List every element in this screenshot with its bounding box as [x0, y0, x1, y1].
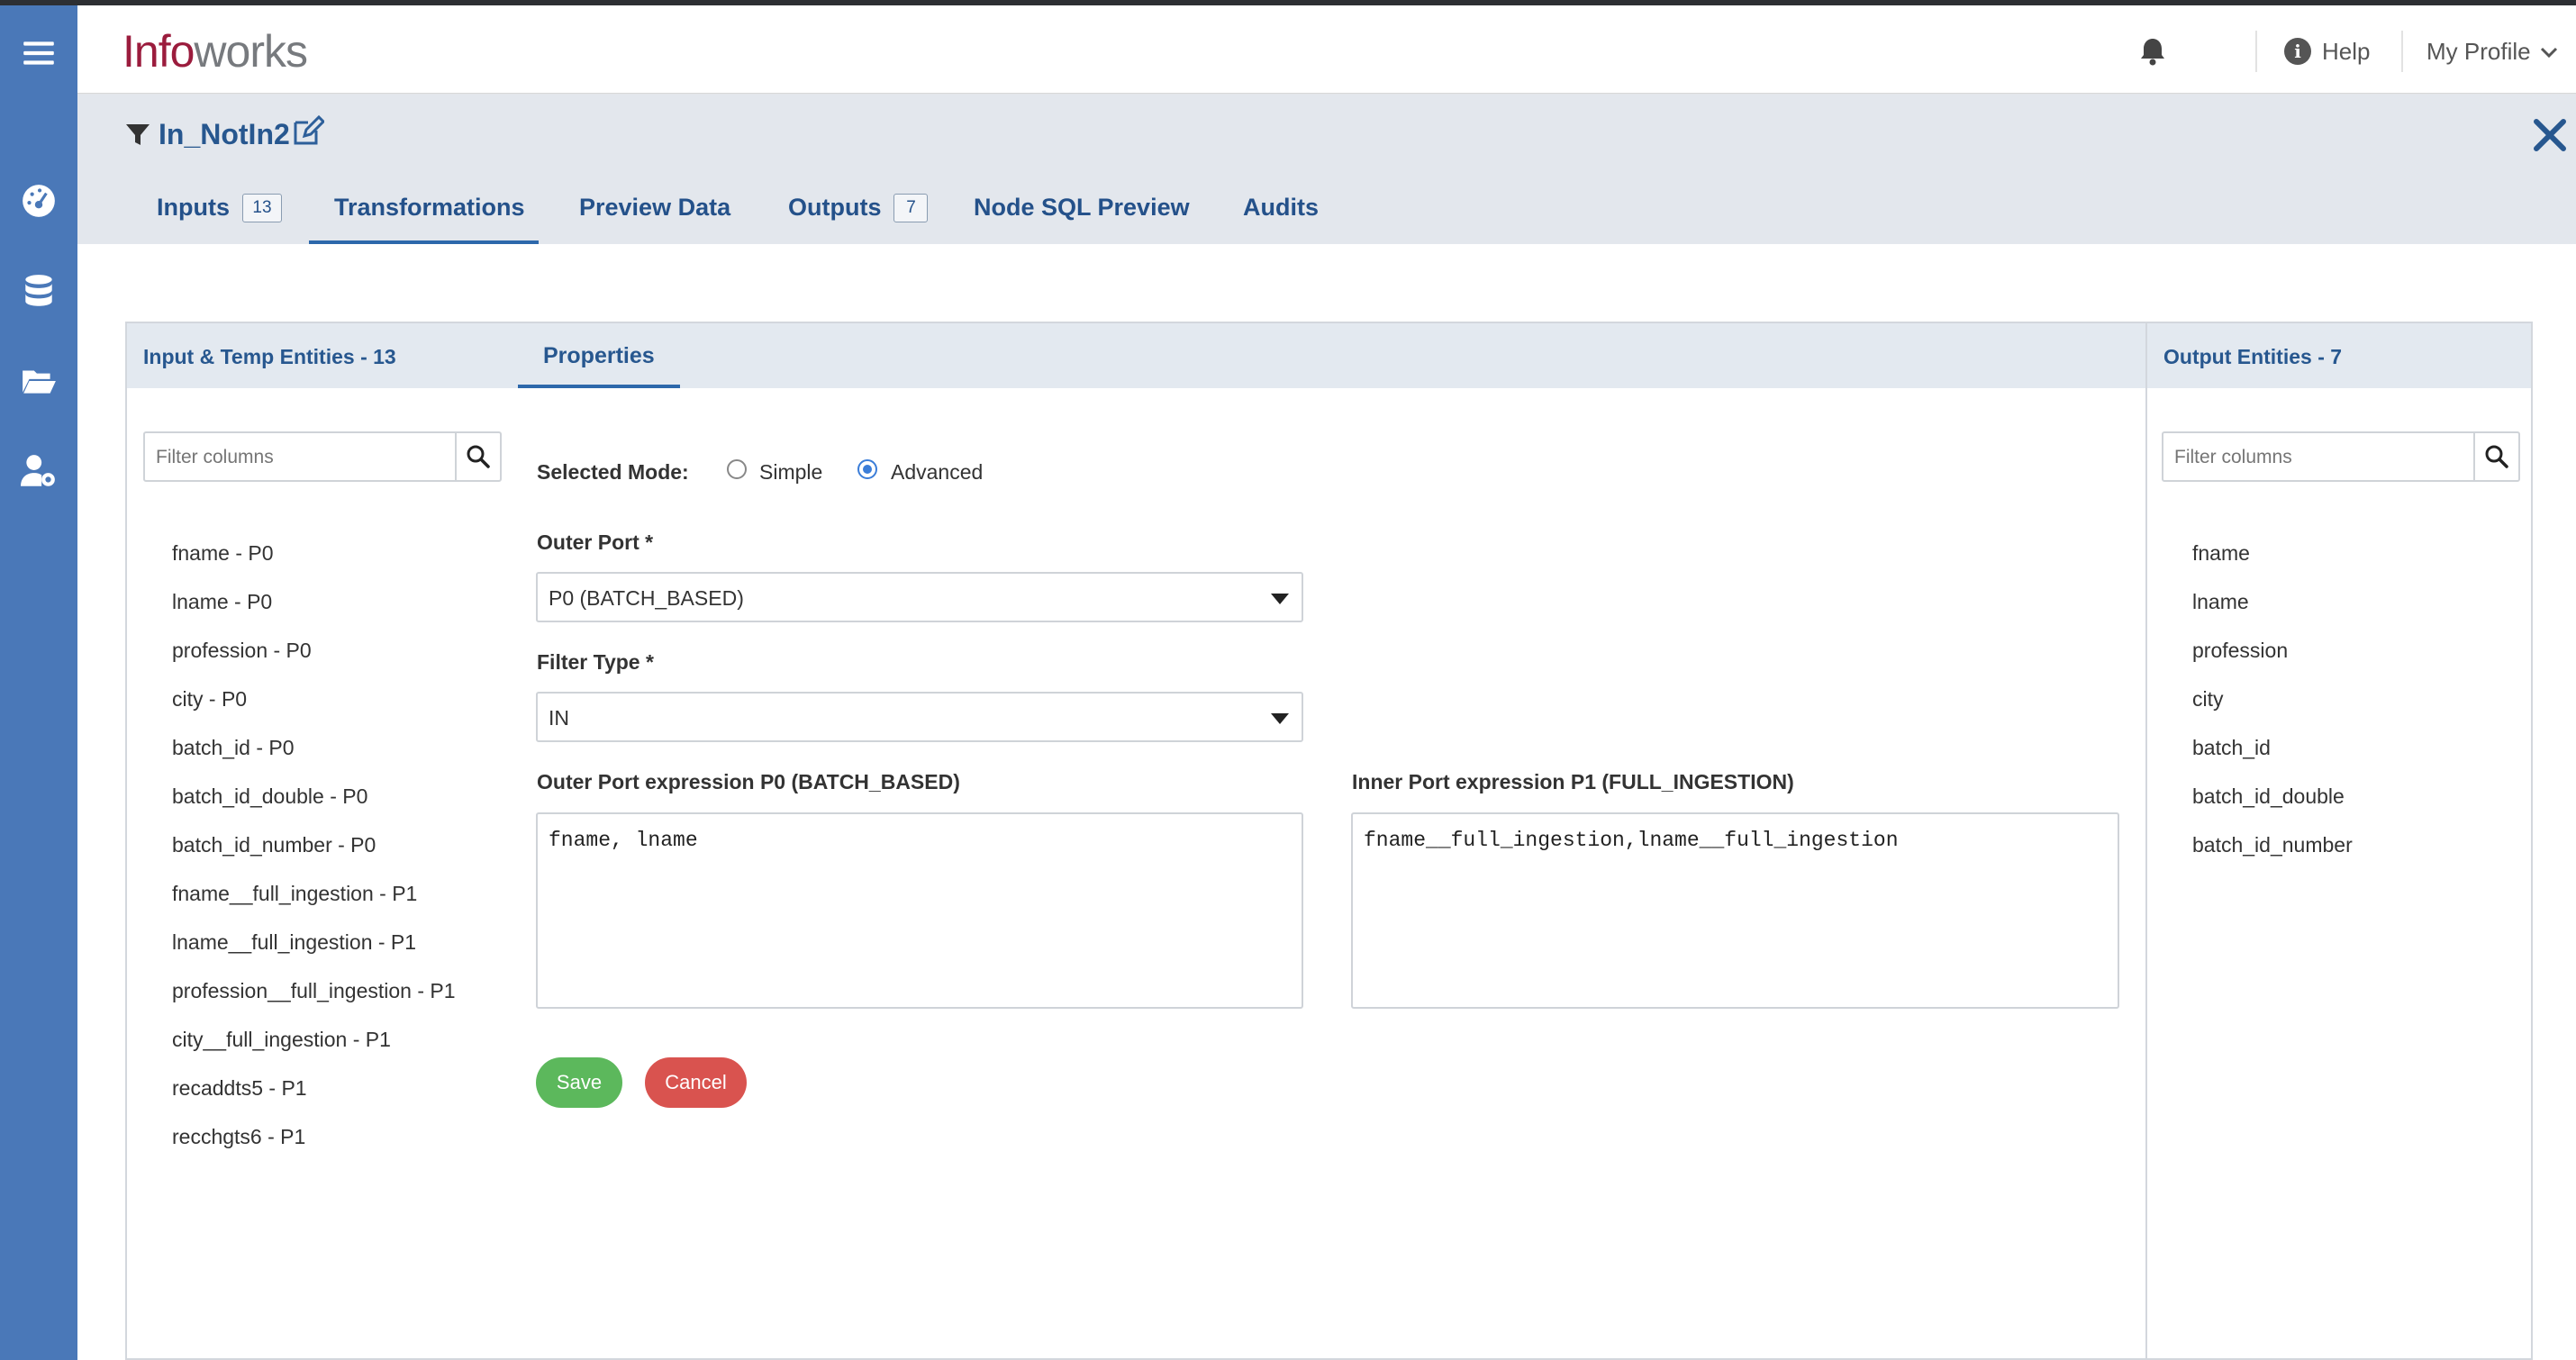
inner-expression-label: Inner Port expression P1 (FULL_INGESTION… — [1352, 770, 1794, 793]
profile-label: My Profile — [2426, 38, 2531, 65]
tab-audits-label: Audits — [1243, 194, 1319, 221]
tab-node-sql-preview[interactable]: Node SQL Preview — [974, 185, 1190, 244]
output-panel-header: Output Entities - 7 — [2147, 323, 2531, 388]
help-link[interactable]: Help — [2322, 38, 2370, 66]
output-column-item[interactable]: batch_id_number — [2192, 821, 2353, 869]
tab-inputs-count: 13 — [242, 194, 282, 222]
output-column-item[interactable]: batch_id — [2192, 723, 2353, 772]
input-column-item[interactable]: recchgts6 - P1 — [172, 1112, 456, 1161]
output-column-item[interactable]: lname — [2192, 577, 2353, 626]
dashboard-icon — [23, 185, 55, 217]
input-filter-box — [143, 431, 502, 482]
properties-panel-header: Properties — [511, 323, 2148, 388]
input-column-item[interactable]: city - P0 — [172, 675, 456, 723]
outer-port-select[interactable]: P0 (BATCH_BASED) — [536, 572, 1303, 622]
bell-icon[interactable] — [2136, 35, 2169, 68]
tab-inputs-label: Inputs — [157, 194, 230, 221]
mode-advanced-label: Advanced — [891, 460, 984, 484]
output-filter-field[interactable] — [2174, 447, 2454, 468]
chevron-down-icon — [2540, 47, 2557, 58]
tab-transformations[interactable]: Transformations — [309, 185, 539, 244]
output-filter-box — [2162, 431, 2520, 482]
input-entities-panel: Input & Temp Entities - 13 fname - P0 ln… — [125, 322, 512, 1360]
edit-icon[interactable] — [290, 114, 324, 149]
input-column-item[interactable]: fname - P0 — [172, 529, 456, 577]
input-column-item[interactable]: lname__full_ingestion - P1 — [172, 918, 456, 966]
output-search-button[interactable] — [2473, 433, 2518, 480]
input-column-item[interactable]: batch_id_number - P0 — [172, 821, 456, 869]
filter-type-select[interactable]: IN — [536, 692, 1303, 742]
selected-mode-label: Selected Mode: — [537, 460, 689, 484]
folder-icon — [23, 370, 56, 394]
left-nav-rail — [0, 5, 77, 1360]
node-title: In_NotIn2 — [159, 118, 290, 150]
input-column-item[interactable]: lname - P0 — [172, 577, 456, 626]
inner-expression-input[interactable]: fname__full_ingestion,lname__full_ingest… — [1351, 812, 2119, 1009]
input-search-button[interactable] — [455, 433, 500, 480]
caret-down-icon — [1271, 594, 1289, 604]
outer-expression-input[interactable]: fname, lname — [536, 812, 1303, 1009]
input-columns-list: fname - P0 lname - P0 profession - P0 ci… — [172, 529, 456, 1161]
cancel-button[interactable]: Cancel — [645, 1057, 747, 1108]
output-column-item[interactable]: fname — [2192, 529, 2353, 577]
tab-node-sql-preview-label: Node SQL Preview — [974, 194, 1190, 221]
header-divider — [2401, 31, 2403, 72]
caret-down-icon — [1271, 713, 1289, 724]
nav-admin[interactable] — [0, 440, 77, 503]
output-panel-title: Output Entities - 7 — [2163, 345, 2343, 368]
output-column-item[interactable]: batch_id_double — [2192, 772, 2353, 821]
input-column-item[interactable]: recaddts5 - P1 — [172, 1064, 456, 1112]
tab-outputs-label: Outputs — [788, 194, 882, 221]
input-column-item[interactable]: batch_id - P0 — [172, 723, 456, 772]
info-icon[interactable]: i — [2284, 38, 2311, 65]
outer-port-label: Outer Port * — [537, 530, 654, 554]
input-column-item[interactable]: fname__full_ingestion - P1 — [172, 869, 456, 918]
tab-transformations-label: Transformations — [334, 194, 525, 221]
outer-expression-label: Outer Port expression P0 (BATCH_BASED) — [537, 770, 960, 793]
output-columns-list: fname lname profession city batch_id bat… — [2192, 529, 2353, 869]
user-settings-icon — [21, 455, 55, 486]
input-panel-title: Input & Temp Entities - 13 — [143, 345, 396, 368]
node-titlebar: In_NotIn2 Inputs 13 Transformations Prev… — [77, 95, 2576, 244]
app-header: Infoworks i Help My Profile — [77, 5, 2576, 94]
hamburger-icon — [23, 41, 54, 65]
header-divider — [2255, 31, 2257, 72]
input-column-item[interactable]: city__full_ingestion - P1 — [172, 1015, 456, 1064]
app-logo[interactable]: Infoworks — [122, 25, 308, 77]
nav-domains[interactable] — [0, 349, 77, 413]
menu-button[interactable] — [0, 22, 77, 85]
output-column-item[interactable]: profession — [2192, 626, 2353, 675]
input-column-item[interactable]: profession__full_ingestion - P1 — [172, 966, 456, 1015]
close-icon[interactable] — [2527, 113, 2572, 158]
filter-icon — [126, 124, 150, 145]
output-column-item[interactable]: city — [2192, 675, 2353, 723]
input-column-item[interactable]: profession - P0 — [172, 626, 456, 675]
properties-panel: Properties Selected Mode: Simple Advance… — [511, 322, 2148, 1360]
nav-data-sources[interactable] — [0, 259, 77, 322]
tab-inputs[interactable]: Inputs 13 — [157, 185, 282, 244]
mode-simple-radio[interactable] — [727, 459, 747, 479]
filter-type-value: IN — [549, 706, 569, 730]
nav-dashboard[interactable] — [0, 169, 77, 232]
search-icon — [2485, 445, 2508, 468]
tab-audits[interactable]: Audits — [1243, 185, 1319, 244]
database-icon — [25, 275, 52, 306]
tab-properties[interactable]: Properties — [518, 323, 680, 388]
output-entities-panel: Output Entities - 7 fname lname professi… — [2145, 322, 2533, 1360]
tab-outputs[interactable]: Outputs 7 — [788, 185, 929, 244]
input-column-item[interactable]: batch_id_double - P0 — [172, 772, 456, 821]
mode-advanced-radio[interactable] — [857, 459, 877, 479]
search-icon — [467, 445, 490, 468]
input-filter-field[interactable] — [156, 447, 435, 468]
input-panel-header: Input & Temp Entities - 13 — [127, 323, 511, 388]
save-button[interactable]: Save — [536, 1057, 622, 1108]
mode-simple-label: Simple — [759, 460, 823, 484]
outer-port-value: P0 (BATCH_BASED) — [549, 586, 744, 610]
profile-menu[interactable]: My Profile — [2426, 38, 2558, 66]
tab-outputs-count: 7 — [893, 194, 929, 222]
filter-type-label: Filter Type * — [537, 650, 654, 674]
tab-preview-data[interactable]: Preview Data — [579, 185, 730, 244]
tab-preview-data-label: Preview Data — [579, 194, 731, 221]
